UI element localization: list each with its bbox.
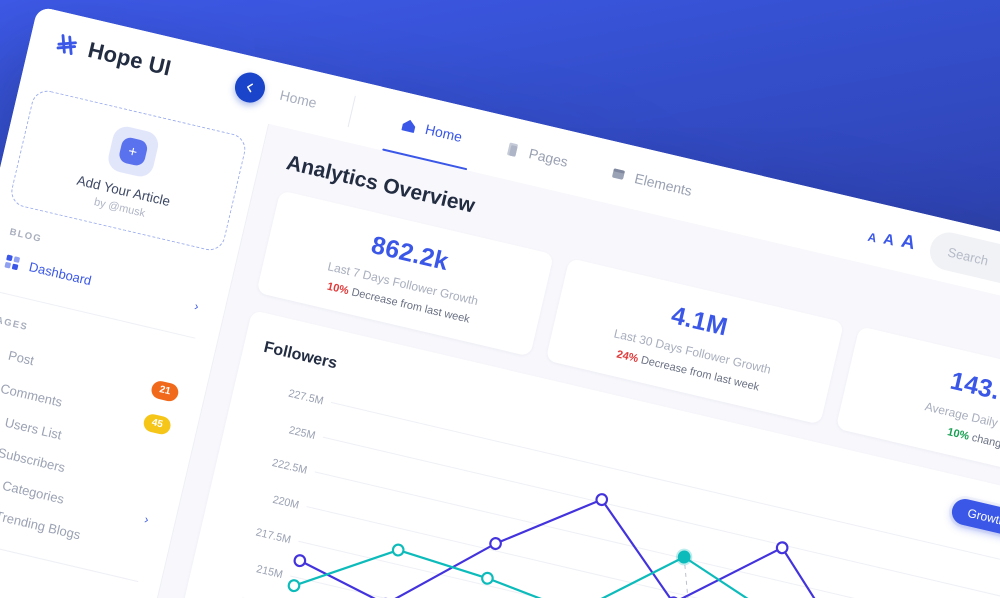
- plus-icon: +: [117, 135, 149, 168]
- breadcrumb-home[interactable]: Home: [278, 87, 318, 111]
- font-size-medium[interactable]: A: [882, 230, 896, 249]
- nav-tab-pages-label: Pages: [527, 145, 570, 170]
- dashboard-icon: [4, 254, 20, 271]
- app-window: Hope UI Home Home Pages Elements A A A S…: [0, 6, 1000, 598]
- nav-tab-elements-label: Elements: [633, 170, 694, 199]
- back-arrow-icon: [247, 83, 254, 93]
- segment-growth[interactable]: Growth: [949, 496, 1000, 538]
- header-divider: [347, 95, 357, 128]
- stat-delta-pct: 24%: [615, 348, 640, 366]
- stat-delta-pct: 10%: [946, 426, 971, 443]
- svg-text:227.5M: 227.5M: [287, 387, 324, 407]
- home-icon: [401, 119, 416, 133]
- brand-name: Hope UI: [85, 36, 174, 81]
- font-size-small[interactable]: A: [867, 229, 879, 245]
- app-stage: Hope UI Home Home Pages Elements A A A S…: [0, 0, 1000, 598]
- svg-text:222.5M: 222.5M: [271, 457, 308, 477]
- stat-delta-pct: 10%: [325, 280, 351, 298]
- chevron-right-icon: ›: [143, 511, 151, 527]
- add-article-icon-wrap: +: [105, 123, 161, 180]
- svg-text:217.5M: 217.5M: [255, 526, 292, 546]
- svg-text:215M: 215M: [255, 563, 284, 581]
- badge-comments-count: 45: [141, 412, 173, 437]
- svg-text:220M: 220M: [271, 494, 300, 512]
- elements-icon: [612, 168, 626, 180]
- hope-ui-logo-icon: [56, 34, 77, 56]
- svg-text:225M: 225M: [288, 424, 317, 442]
- nav-tab-home-label: Home: [423, 120, 464, 146]
- chevron-right-icon: ›: [193, 298, 201, 313]
- stat-delta-text: change: [970, 431, 1000, 452]
- chart-title: Followers: [262, 338, 339, 373]
- add-article-card[interactable]: + Add Your Article by @musk: [8, 87, 249, 254]
- font-size-large[interactable]: A: [899, 230, 917, 254]
- pages-icon: [507, 142, 518, 156]
- font-size-control[interactable]: A A A: [867, 223, 918, 254]
- post-icon: [0, 341, 1, 359]
- badge-post-count: 21: [149, 379, 181, 403]
